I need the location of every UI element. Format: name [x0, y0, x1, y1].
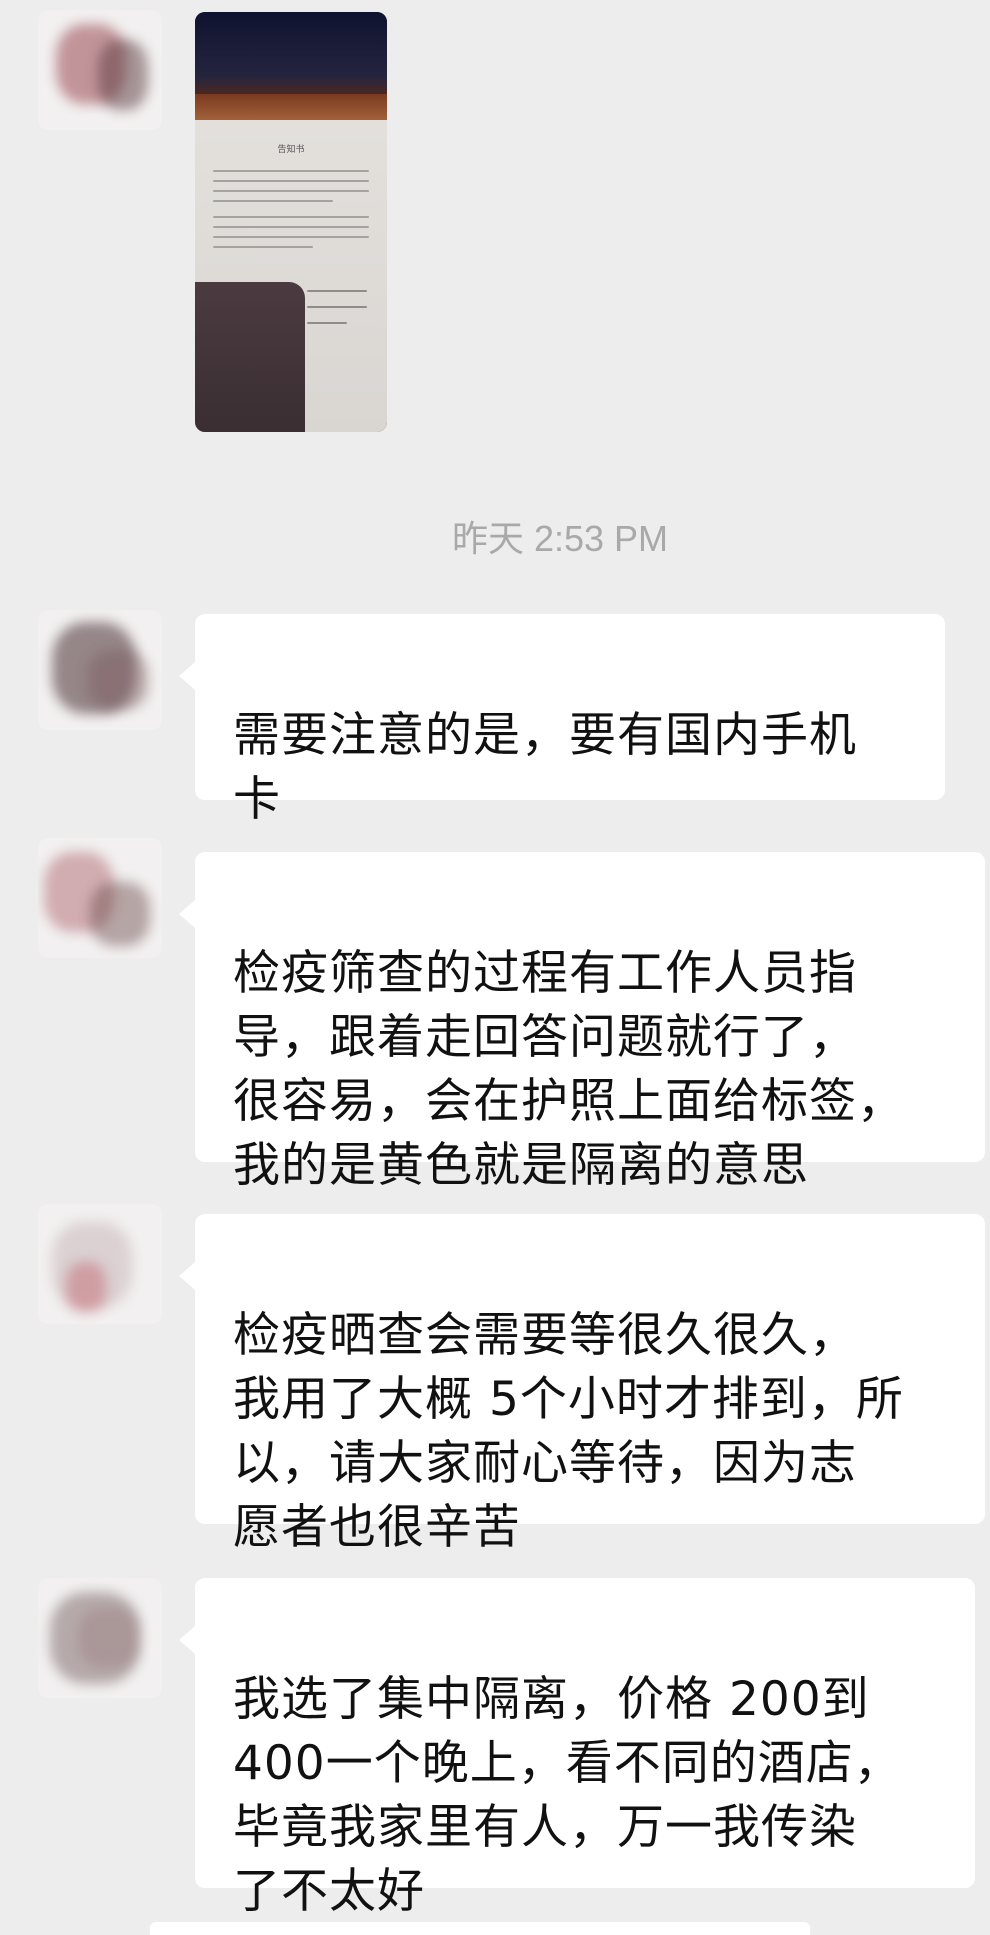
avatar[interactable] — [38, 838, 162, 958]
document-text-line — [213, 170, 369, 172]
photo-background — [195, 12, 387, 102]
message-text: 检疫晒查会需要等很久很久， 我用了大概 5个小时才排到，所 以，请大家耐心等待，… — [233, 1308, 904, 1555]
message-timestamp: 昨天 2:53 PM — [451, 518, 669, 559]
avatar[interactable] — [38, 1578, 162, 1698]
message-text: 我选了集中隔离，价格 200到 400一个晚上，看不同的酒店， 毕竟我家里有人，… — [233, 1672, 902, 1919]
document-text-line — [213, 200, 333, 202]
document-text-line — [213, 246, 313, 248]
avatar[interactable] — [38, 610, 162, 730]
next-message-edge — [150, 1922, 810, 1935]
avatar[interactable] — [38, 10, 162, 130]
message-bubble[interactable]: 检疫晒查会需要等很久很久， 我用了大概 5个小时才排到，所 以，请大家耐心等待，… — [179, 1214, 985, 1555]
message-text: 需要注意的是，要有国内手机 卡 — [233, 708, 857, 827]
message-bubble[interactable]: 我选了集中隔离，价格 200到 400一个晚上，看不同的酒店， 毕竟我家里有人，… — [179, 1578, 975, 1919]
document-text-line — [213, 216, 369, 218]
avatar[interactable] — [38, 1204, 162, 1324]
document-text-line — [213, 180, 369, 182]
message-text: 检疫筛查的过程有工作人员指 导，跟着走回答问题就行了， 很容易，会在护照上面给标… — [233, 946, 905, 1193]
document-text-line — [213, 236, 369, 238]
phone-shadow — [195, 282, 305, 432]
photo-message[interactable]: 告知书 — [195, 12, 387, 432]
signature-line — [307, 306, 367, 308]
message-bubble[interactable]: 检疫筛查的过程有工作人员指 导，跟着走回答问题就行了， 很容易，会在护照上面给标… — [179, 852, 985, 1193]
document-text-line — [213, 226, 369, 228]
document-title: 告知书 — [277, 145, 305, 155]
signature-line — [307, 290, 367, 292]
message-bubble[interactable]: 需要注意的是，要有国内手机 卡 — [179, 614, 945, 827]
document-text-line — [213, 190, 369, 192]
signature-line — [307, 322, 347, 324]
